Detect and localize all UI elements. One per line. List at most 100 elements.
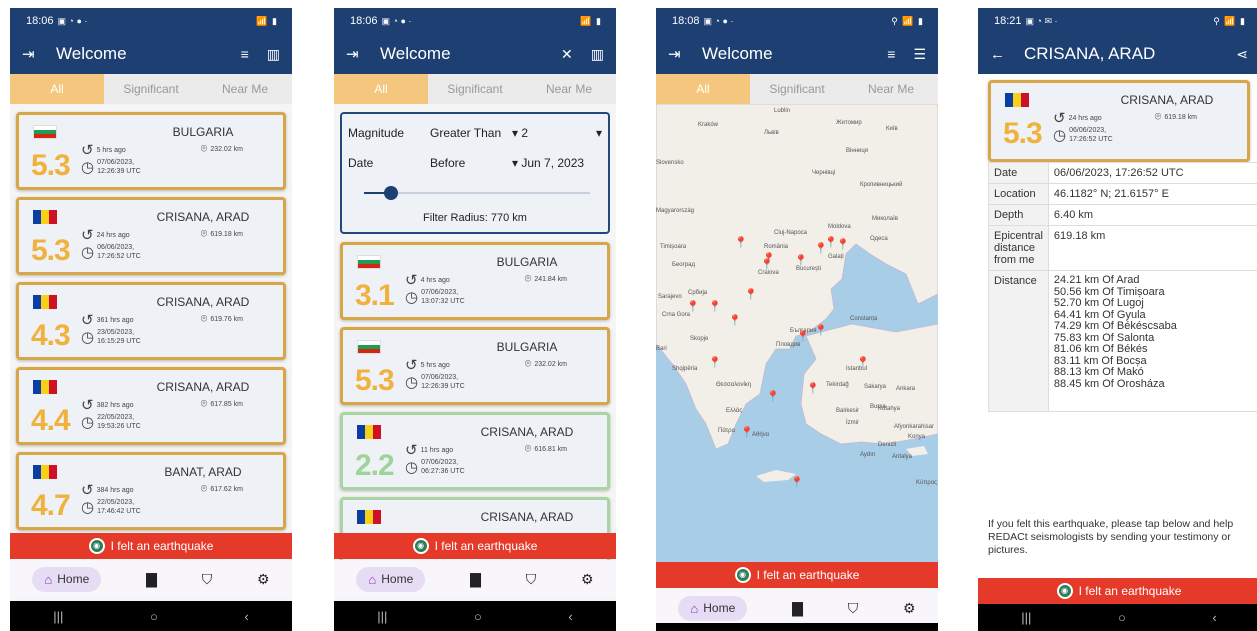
shield-icon[interactable]: ⛉ (526, 571, 537, 588)
clock-icon: ◷ (405, 373, 419, 391)
app-title: Welcome (702, 44, 773, 63)
earthquake-card[interactable]: 4.3 CRISANA, ARAD ↺ 361 hrs ago ◷ 23/05/2023,… (16, 282, 286, 360)
book-icon[interactable]: ▇ (470, 571, 481, 588)
magnitude-value-select[interactable]: ▾ 2 (512, 126, 528, 140)
recents-icon[interactable]: ||| (53, 609, 63, 624)
map-marker-icon[interactable]: 📍 (836, 238, 850, 251)
epicenter-distance: ⌾ 617.85 km (201, 398, 243, 411)
chevron-down-icon: ▾ (512, 156, 522, 170)
event-date: 07/06/2023, (97, 159, 135, 166)
gear-icon[interactable]: ⚙ (903, 600, 916, 617)
earthquake-card[interactable]: 5.3 CRISANA, ARAD ↺ 24 hrs ago ◷ 06/06/2023, 1… (16, 197, 286, 275)
map-marker-icon[interactable]: 📍 (708, 300, 722, 313)
shield-icon[interactable]: ⛉ (202, 571, 213, 588)
map-marker-icon[interactable]: 📍 (744, 288, 758, 301)
home-circle-icon[interactable]: ○ (1118, 610, 1126, 625)
map-marker-icon[interactable]: 📍 (856, 356, 870, 369)
date-picker[interactable]: ▾ Jun 7, 2023 (512, 156, 584, 170)
history-icon: ↺ (81, 227, 94, 244)
earthquake-card[interactable]: 2.2 CRISANA, ARAD ↺ 11 hrs ago ◷ 07/06/2023, 0… (340, 412, 610, 490)
list-icon[interactable]: ☰ (913, 46, 926, 63)
distance-key: Distance (988, 270, 1049, 412)
place-name: BULGARIA (172, 125, 234, 139)
recents-icon[interactable]: ||| (1021, 610, 1031, 625)
home-circle-icon[interactable]: ○ (150, 609, 158, 624)
home-icon: ⌂ (44, 571, 53, 587)
map-marker-icon[interactable]: 📍 (814, 324, 828, 337)
detail-value: 46.1182° N; 21.6157° E (1047, 183, 1257, 205)
magnitude-operator-select[interactable]: Greater Than (430, 126, 501, 140)
share-icon[interactable]: ⋖ (1236, 46, 1248, 63)
location-pin-icon: ⌾ (524, 273, 532, 285)
tab-significant[interactable]: Significant (104, 74, 198, 104)
map-marker-icon[interactable]: 📍 (740, 426, 754, 439)
tab-near-me[interactable]: Near Me (522, 74, 616, 104)
logout-icon[interactable]: ⇥ (346, 45, 380, 63)
filter-icon[interactable]: ≡ (241, 46, 249, 63)
felt-earthquake-button[interactable]: ◉ I felt an earthquake (334, 533, 616, 559)
tab-significant[interactable]: Significant (750, 74, 844, 104)
map-marker-icon[interactable]: 📍 (806, 382, 820, 395)
back-icon[interactable]: ‹ (1212, 610, 1216, 625)
time-info: ↺ 5 hrs ago ◷ 07/06/2023, 12:26:39 UTC (81, 143, 141, 176)
earthquake-card[interactable]: 4.4 CRISANA, ARAD ↺ 382 hrs ago ◷ 22/05/2023,… (16, 367, 286, 445)
event-date: 07/06/2023, (421, 289, 459, 296)
back-icon[interactable]: ‹ (568, 609, 572, 624)
felt-label: I felt an earthquake (756, 568, 860, 582)
tab-near-me[interactable]: Near Me (844, 74, 938, 104)
event-time: 12:26:39 UTC (421, 383, 465, 390)
time-ago-row: ↺ 384 hrs ago (81, 483, 141, 498)
filter-icon[interactable]: ≡ (887, 46, 895, 63)
shield-icon[interactable]: ⛉ (848, 600, 859, 617)
radius-slider-thumb[interactable] (384, 186, 399, 200)
map-marker-icon[interactable]: 📍 (760, 258, 774, 271)
status-time: 18:06 (350, 15, 378, 27)
map-marker-icon[interactable]: 📍 (790, 476, 804, 489)
nav-home[interactable]: ⌂ Home (678, 595, 748, 621)
map-icon[interactable]: ▥ (267, 46, 280, 63)
nav-home[interactable]: ⌂ Home (356, 566, 426, 592)
tab-all[interactable]: All (10, 74, 104, 104)
tab-significant[interactable]: Significant (428, 74, 522, 104)
recents-icon[interactable]: ||| (377, 609, 387, 624)
map-marker-icon[interactable]: 📍 (794, 254, 808, 267)
map-label: Κύπρος (916, 480, 938, 486)
back-arrow-icon[interactable]: ← (990, 46, 1024, 63)
nav-home[interactable]: ⌂ Home (32, 566, 102, 592)
map-marker-icon[interactable]: 📍 (708, 356, 722, 369)
felt-earthquake-button[interactable]: ◉ I felt an earthquake (656, 562, 938, 588)
earthquake-map[interactable]: Lublin Kraków Львів Житомир Київ Slovensko Він… (656, 104, 938, 562)
map-marker-icon[interactable]: 📍 (728, 314, 742, 327)
book-icon[interactable]: ▇ (792, 600, 803, 617)
time-ago: 11 hrs ago (420, 447, 454, 454)
home-circle-icon[interactable]: ○ (474, 609, 482, 624)
date-operator-select[interactable]: Before (430, 156, 465, 170)
logout-icon[interactable]: ⇥ (22, 45, 56, 63)
timestamp: 22/05/2023, 17:46:42 UTC (97, 498, 141, 516)
history-icon: ↺ (81, 312, 94, 329)
earthquake-card[interactable]: 4.7 BANAT, ARAD ↺ 384 hrs ago ◷ 22/05/2023, 17… (16, 452, 286, 530)
map-marker-icon[interactable]: 📍 (686, 300, 700, 313)
map-marker-icon[interactable]: 📍 (766, 390, 780, 403)
close-icon[interactable]: ✕ (561, 46, 573, 63)
chevron-down-icon[interactable]: ▾ (596, 126, 602, 140)
earthquake-card[interactable]: 5.3 BULGARIA ↺ 5 hrs ago ◷ 07/06/2023, 12:26:3… (340, 327, 610, 405)
earthquake-card[interactable]: 5.3 BULGARIA ↺ 5 hrs ago ◷ 07/06/2023, 12:26:3… (16, 112, 286, 190)
book-icon[interactable]: ▇ (146, 571, 157, 588)
distance-value: 232.02 km (210, 146, 243, 153)
logout-icon[interactable]: ⇥ (668, 45, 702, 63)
earthquake-card[interactable]: 3.1 BULGARIA ↺ 4 hrs ago ◷ 07/06/2023, 13:07:3… (340, 242, 610, 320)
back-icon[interactable]: ‹ (244, 609, 248, 624)
detail-key: Epicentral distance from me (988, 225, 1049, 271)
map-label: Београд (672, 262, 695, 268)
tab-all[interactable]: All (656, 74, 750, 104)
tab-near-me[interactable]: Near Me (198, 74, 292, 104)
map-icon[interactable]: ▥ (591, 46, 604, 63)
tab-all[interactable]: All (334, 74, 428, 104)
felt-earthquake-button[interactable]: ◉ I felt an earthquake (10, 533, 292, 559)
gear-icon[interactable]: ⚙ (581, 571, 594, 588)
gear-icon[interactable]: ⚙ (257, 571, 270, 588)
map-marker-icon[interactable]: 📍 (796, 330, 810, 343)
felt-earthquake-button[interactable]: ◉ I felt an earthquake (978, 578, 1257, 604)
map-marker-icon[interactable]: 📍 (734, 236, 748, 249)
